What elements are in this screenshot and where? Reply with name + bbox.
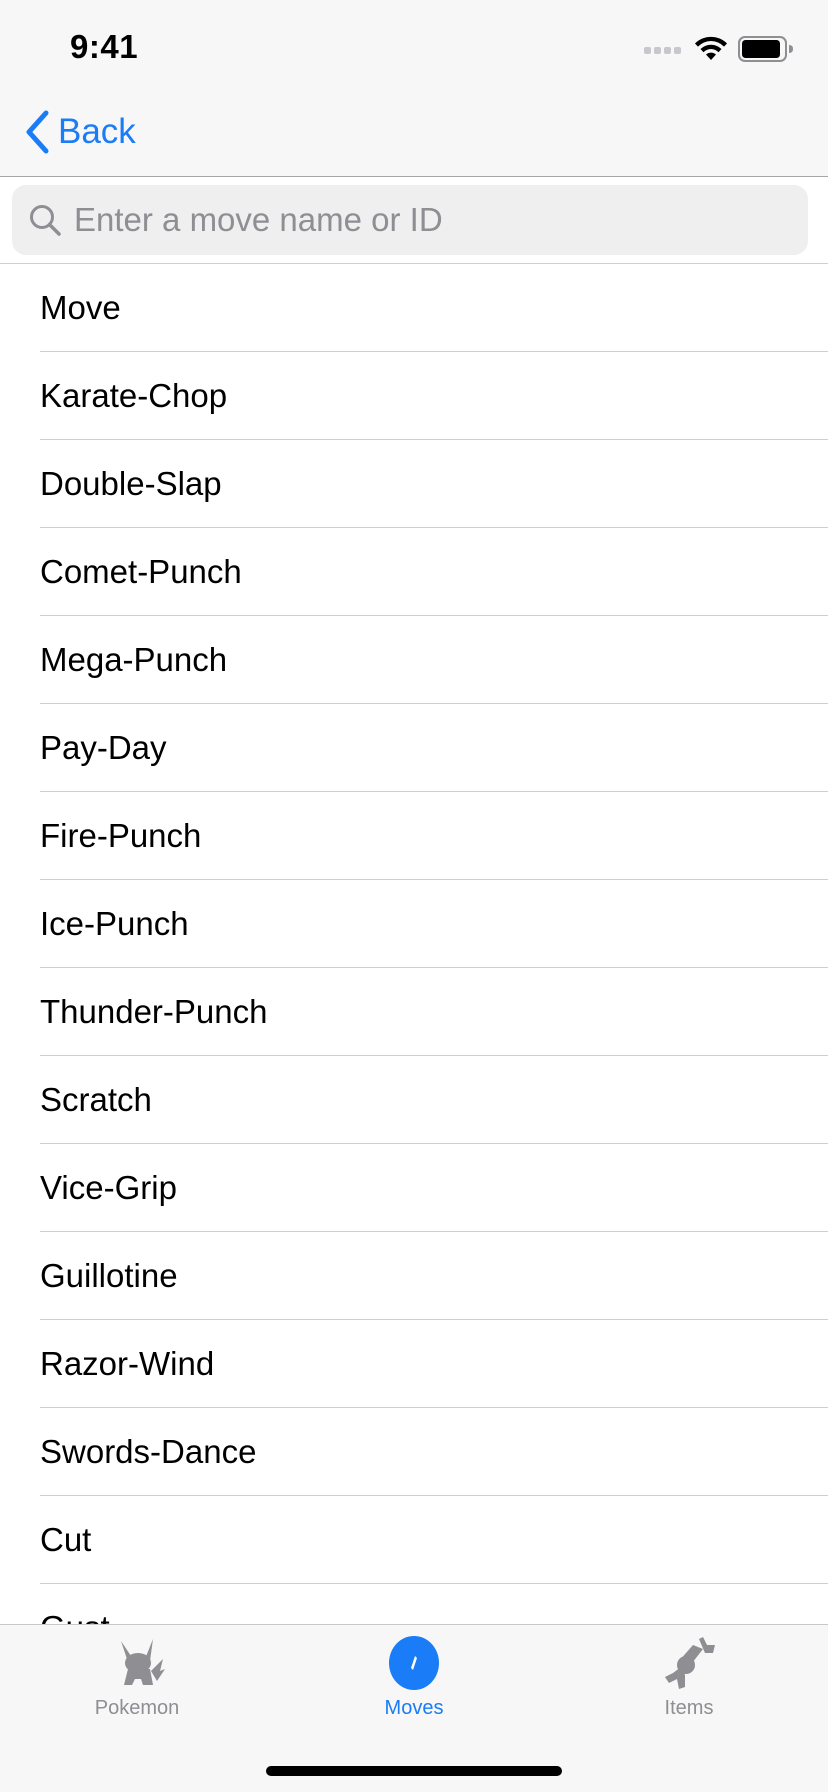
list-item[interactable]: Double-Slap <box>0 440 828 528</box>
move-name: Move <box>40 289 121 326</box>
tab-pokemon-label: Pokemon <box>94 1697 180 1719</box>
move-name: Cut <box>40 1521 92 1558</box>
move-name: Guillotine <box>40 1257 178 1294</box>
move-name: Razor-Wind <box>40 1345 215 1382</box>
candy-icon <box>665 1637 715 1689</box>
tab-moves-label: Moves <box>384 1697 444 1719</box>
list-item[interactable]: Vice-Grip <box>0 1144 828 1232</box>
list-item[interactable]: Mega-Punch <box>0 616 828 704</box>
move-name: Fire-Punch <box>40 817 202 854</box>
move-list: Move Karate-Chop Double-Slap Comet-Punch… <box>0 264 828 1624</box>
search-input[interactable] <box>74 201 774 239</box>
screen: 9:41 Back Enter a move name or ID Move K… <box>0 0 828 1792</box>
move-name: Swords-Dance <box>40 1433 257 1470</box>
list-item[interactable]: Pay-Day <box>0 704 828 792</box>
back-button-label: Back <box>58 112 136 151</box>
move-name: Scratch <box>40 1081 152 1118</box>
list-item[interactable]: Gust <box>0 1584 828 1624</box>
move-name: Ice-Punch <box>40 905 189 942</box>
navigation-bar: Back <box>0 100 828 177</box>
disc-icon <box>389 1636 439 1690</box>
move-name: Pay-Day <box>40 729 167 766</box>
tab-pokemon[interactable]: Pokemon <box>37 1633 237 1733</box>
tab-items-label: Items <box>664 1697 714 1719</box>
search-field[interactable] <box>12 185 808 255</box>
list-item[interactable]: Karate-Chop <box>0 352 828 440</box>
cellular-signal-icon <box>644 47 681 54</box>
search-area <box>0 177 828 264</box>
move-name: Mega-Punch <box>40 641 228 678</box>
home-indicator <box>266 1766 562 1776</box>
list-item[interactable]: Razor-Wind <box>0 1320 828 1408</box>
list-item[interactable]: Fire-Punch <box>0 792 828 880</box>
status-bar: 9:41 <box>0 0 828 100</box>
list-item[interactable]: Cut <box>0 1496 828 1584</box>
move-name: Thunder-Punch <box>40 993 268 1030</box>
list-item[interactable]: Comet-Punch <box>0 528 828 616</box>
tab-moves[interactable]: Moves <box>314 1633 514 1733</box>
move-name: Comet-Punch <box>40 553 242 590</box>
back-button[interactable]: Back <box>24 108 136 156</box>
search-icon <box>30 205 61 236</box>
list-item[interactable]: Move <box>0 264 828 352</box>
list-item[interactable]: Ice-Punch <box>0 880 828 968</box>
list-item[interactable]: Guillotine <box>0 1232 828 1320</box>
list-item[interactable]: Swords-Dance <box>0 1408 828 1496</box>
move-name: Karate-Chop <box>40 377 228 414</box>
list-item[interactable]: Thunder-Punch <box>0 968 828 1056</box>
chevron-left-icon <box>26 110 49 154</box>
status-time: 9:41 <box>70 28 139 65</box>
move-name: Double-Slap <box>40 465 222 502</box>
pikachu-icon <box>121 1639 165 1685</box>
tab-items[interactable]: Items <box>589 1633 789 1733</box>
battery-icon <box>738 36 793 62</box>
status-icons <box>644 36 794 62</box>
wifi-icon <box>695 36 727 60</box>
move-name: Vice-Grip <box>40 1169 177 1206</box>
list-item[interactable]: Scratch <box>0 1056 828 1144</box>
move-name: Gust <box>40 1609 110 1624</box>
